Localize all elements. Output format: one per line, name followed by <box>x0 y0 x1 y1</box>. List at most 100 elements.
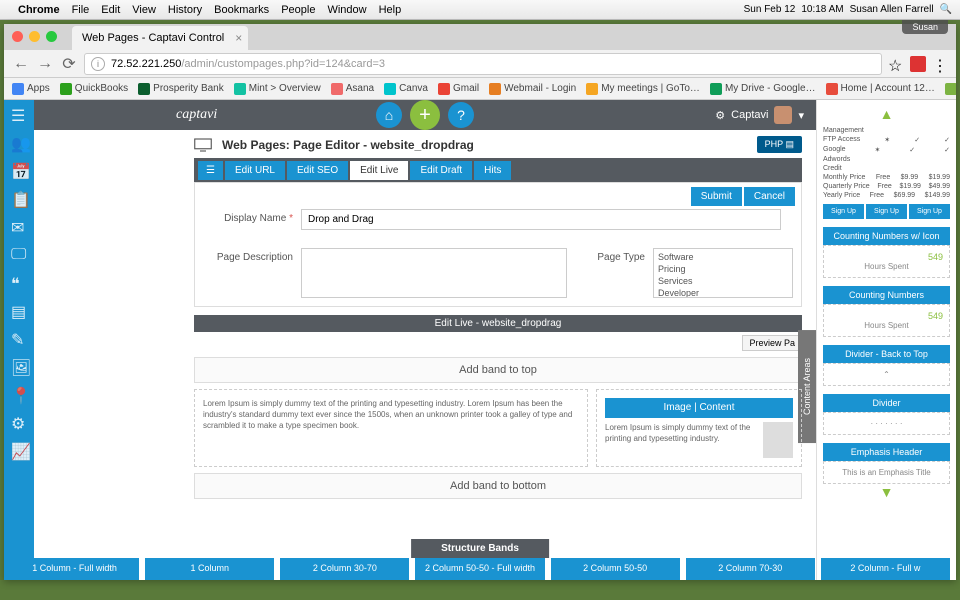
band-2col-7030[interactable]: 2 Column 70-30 <box>686 558 815 580</box>
bookmark-item[interactable]: My Drive - Google… <box>710 83 816 95</box>
widget-divider-top[interactable]: Divider - Back to Top <box>823 345 950 363</box>
app-name[interactable]: Chrome <box>18 4 60 16</box>
page-icon[interactable]: ▤ <box>11 302 27 318</box>
signup-button[interactable]: Sign Up <box>909 204 950 219</box>
home-button[interactable]: ⌂ <box>376 102 402 128</box>
widget-emphasis[interactable]: Emphasis Header <box>823 443 950 461</box>
widget-counting[interactable]: Counting Numbers <box>823 286 950 304</box>
widget-panel: ▲ Management FTP Access✶✓✓ Google✶✓✓ Adw… <box>816 100 956 580</box>
menu-history[interactable]: History <box>168 4 202 16</box>
widget-counting-icon[interactable]: Counting Numbers w/ Icon <box>823 227 950 245</box>
page-desc-input[interactable] <box>301 248 567 298</box>
menu-edit[interactable]: Edit <box>101 4 120 16</box>
help-button[interactable]: ? <box>448 102 474 128</box>
bookmark-item[interactable]: Asana <box>331 83 374 95</box>
add-band-top[interactable]: Add band to top <box>194 357 802 383</box>
user-label[interactable]: Captavi <box>731 109 768 121</box>
add-button[interactable]: + <box>410 100 440 130</box>
band-text-col[interactable]: Lorem Ipsum is simply dummy text of the … <box>194 389 588 467</box>
bookmark-item[interactable]: Webmail - Login <box>489 83 576 95</box>
band-2col-3070[interactable]: 2 Column 30-70 <box>280 558 409 580</box>
php-button[interactable]: PHP ▤ <box>757 136 802 153</box>
bookmark-item[interactable]: My meetings | GoTo… <box>586 83 700 95</box>
menu-help[interactable]: Help <box>379 4 402 16</box>
mac-user[interactable]: Susan Allen Farrell <box>850 4 934 15</box>
widget-divider[interactable]: Divider <box>823 394 950 412</box>
band-2col-5050[interactable]: 2 Column 50-50 <box>551 558 680 580</box>
back-icon[interactable]: ← <box>12 55 30 73</box>
left-nav: ☰ 👥 📅 📋 ✉ 🖵 ❝ ▤ ✎ 🖼 📍 ⚙ 📈 <box>4 100 34 580</box>
bookmark-apps[interactable]: Apps <box>12 83 50 95</box>
desktop-icon[interactable]: 🖵 <box>11 246 27 262</box>
signup-button[interactable]: Sign Up <box>823 204 864 219</box>
spotlight-icon[interactable]: 🔍 <box>940 4 952 15</box>
submit-button[interactable]: Submit <box>691 187 742 206</box>
band-2col-full[interactable]: 2 Column - Full w <box>821 558 950 580</box>
gear-icon[interactable]: ⚙ <box>715 109 725 122</box>
tab-list-icon[interactable]: ☰ <box>198 161 223 180</box>
close-icon[interactable] <box>12 31 23 42</box>
bookmark-item[interactable]: Susan Farrell | Capt… <box>945 83 956 95</box>
add-band-bottom[interactable]: Add band to bottom <box>194 473 802 499</box>
tab-edit-url[interactable]: Edit URL <box>225 161 285 180</box>
display-name-input[interactable] <box>301 209 781 230</box>
menu-window[interactable]: Window <box>327 4 366 16</box>
clipboard-icon[interactable]: 📋 <box>11 190 27 206</box>
scroll-up-icon[interactable]: ▲ <box>823 106 950 122</box>
chevron-down-icon[interactable]: ▾ <box>798 109 804 122</box>
band-image-col[interactable]: Image | Content Lorem Ipsum is simply du… <box>596 389 802 467</box>
pin-icon[interactable]: 📍 <box>11 386 27 402</box>
signup-row: Sign Up Sign Up Sign Up <box>823 204 950 219</box>
minimize-icon[interactable] <box>29 31 40 42</box>
menu-icon[interactable]: ☰ <box>11 106 27 122</box>
signup-button[interactable]: Sign Up <box>866 204 907 219</box>
bookmark-item[interactable]: Prosperity Bank <box>138 83 224 95</box>
page-type-label: Page Type <box>575 248 645 263</box>
menu-file[interactable]: File <box>72 4 90 16</box>
forward-icon[interactable]: → <box>36 55 54 73</box>
edit-icon[interactable]: ✎ <box>11 330 27 346</box>
chart-icon[interactable]: 📈 <box>11 442 27 458</box>
bookmark-item[interactable]: Mint > Overview <box>234 83 321 95</box>
image-placeholder[interactable] <box>763 422 793 458</box>
bookmark-item[interactable]: QuickBooks <box>60 83 128 95</box>
chrome-profile-badge[interactable]: Susan <box>902 20 948 34</box>
content: Web Pages: Page Editor - website_dropdra… <box>34 130 816 580</box>
menu-icon[interactable]: ⋮ <box>932 56 948 72</box>
tab-edit-live[interactable]: Edit Live <box>350 161 408 180</box>
quote-icon[interactable]: ❝ <box>11 274 27 290</box>
calendar-icon[interactable]: 📅 <box>11 162 27 178</box>
mail-icon[interactable]: ✉ <box>11 218 27 234</box>
menu-view[interactable]: View <box>132 4 156 16</box>
image-icon[interactable]: 🖼 <box>11 358 27 374</box>
tab-edit-seo[interactable]: Edit SEO <box>287 161 348 180</box>
reload-icon[interactable]: ⟳ <box>60 55 78 73</box>
band-2col-5050-full[interactable]: 2 Column 50-50 - Full width <box>415 558 544 580</box>
tab-close-icon[interactable]: × <box>235 31 242 45</box>
clock-time: 10:18 AM <box>801 4 843 15</box>
maximize-icon[interactable] <box>46 31 57 42</box>
tab-hits[interactable]: Hits <box>474 161 511 180</box>
bookmark-item[interactable]: Gmail <box>438 83 479 95</box>
settings-icon[interactable]: ⚙ <box>11 414 27 430</box>
bookmark-item[interactable]: Canva <box>384 83 428 95</box>
preview-button[interactable]: Preview Pa <box>742 335 802 351</box>
cancel-button[interactable]: Cancel <box>744 187 795 206</box>
extension-icon[interactable] <box>910 56 926 72</box>
band-1col[interactable]: 1 Column <box>145 558 274 580</box>
clock-date: Sun Feb 12 <box>744 4 796 15</box>
brand-logo[interactable]: captavi <box>176 107 217 123</box>
site-info-icon[interactable]: i <box>91 57 105 71</box>
scroll-down-icon[interactable]: ▼ <box>823 484 950 500</box>
browser-tab[interactable]: Web Pages - Captavi Control × <box>72 26 248 50</box>
avatar[interactable] <box>774 106 792 124</box>
menu-people[interactable]: People <box>281 4 315 16</box>
address-bar[interactable]: i 72.52.221.250/admin/custompages.php?id… <box>84 53 882 75</box>
tab-edit-draft[interactable]: Edit Draft <box>410 161 472 180</box>
users-icon[interactable]: 👥 <box>11 134 27 150</box>
menu-bookmarks[interactable]: Bookmarks <box>214 4 269 16</box>
star-icon[interactable]: ☆ <box>888 56 904 72</box>
page-type-select[interactable]: Software Pricing Services Developer Abou… <box>653 248 793 298</box>
band-1col-full[interactable]: 1 Column - Full width <box>10 558 139 580</box>
bookmark-item[interactable]: Home | Account 12… <box>826 83 935 95</box>
